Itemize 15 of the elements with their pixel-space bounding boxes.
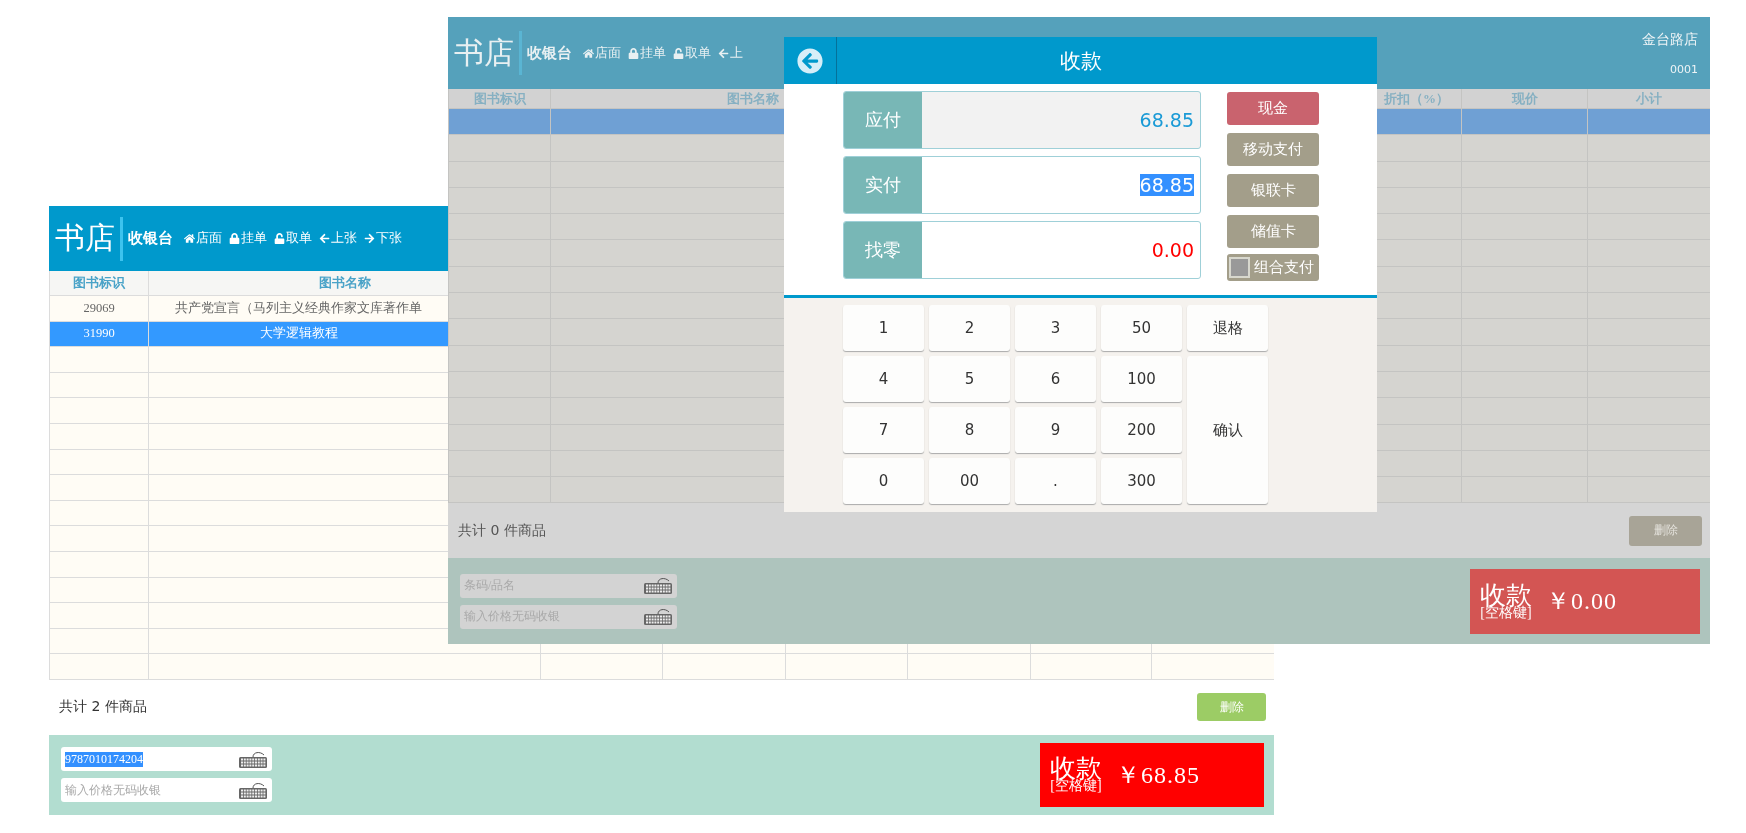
dialog-title: 收款 bbox=[1059, 47, 1102, 75]
store-logo: 书店 bbox=[55, 219, 115, 257]
item-count: 共计 2 件商品 bbox=[59, 698, 147, 717]
store-name: 金台路店 bbox=[1642, 30, 1698, 49]
page-title: 收银台 bbox=[527, 43, 572, 63]
item-count: 共计 0 件商品 bbox=[458, 521, 546, 540]
terminal-number: 0001 bbox=[1670, 62, 1698, 76]
column-header: 图书标识 bbox=[449, 89, 551, 108]
column-header: 现价 bbox=[1462, 89, 1588, 108]
column-header: 图书标识 bbox=[50, 271, 149, 295]
table-cell: 31990 bbox=[50, 321, 149, 347]
page-title: 收银台 bbox=[128, 229, 173, 248]
column-header: 小计 bbox=[1588, 89, 1710, 108]
table-cell: 29069 bbox=[50, 296, 149, 321]
store-logo: 书店 bbox=[454, 33, 514, 72]
